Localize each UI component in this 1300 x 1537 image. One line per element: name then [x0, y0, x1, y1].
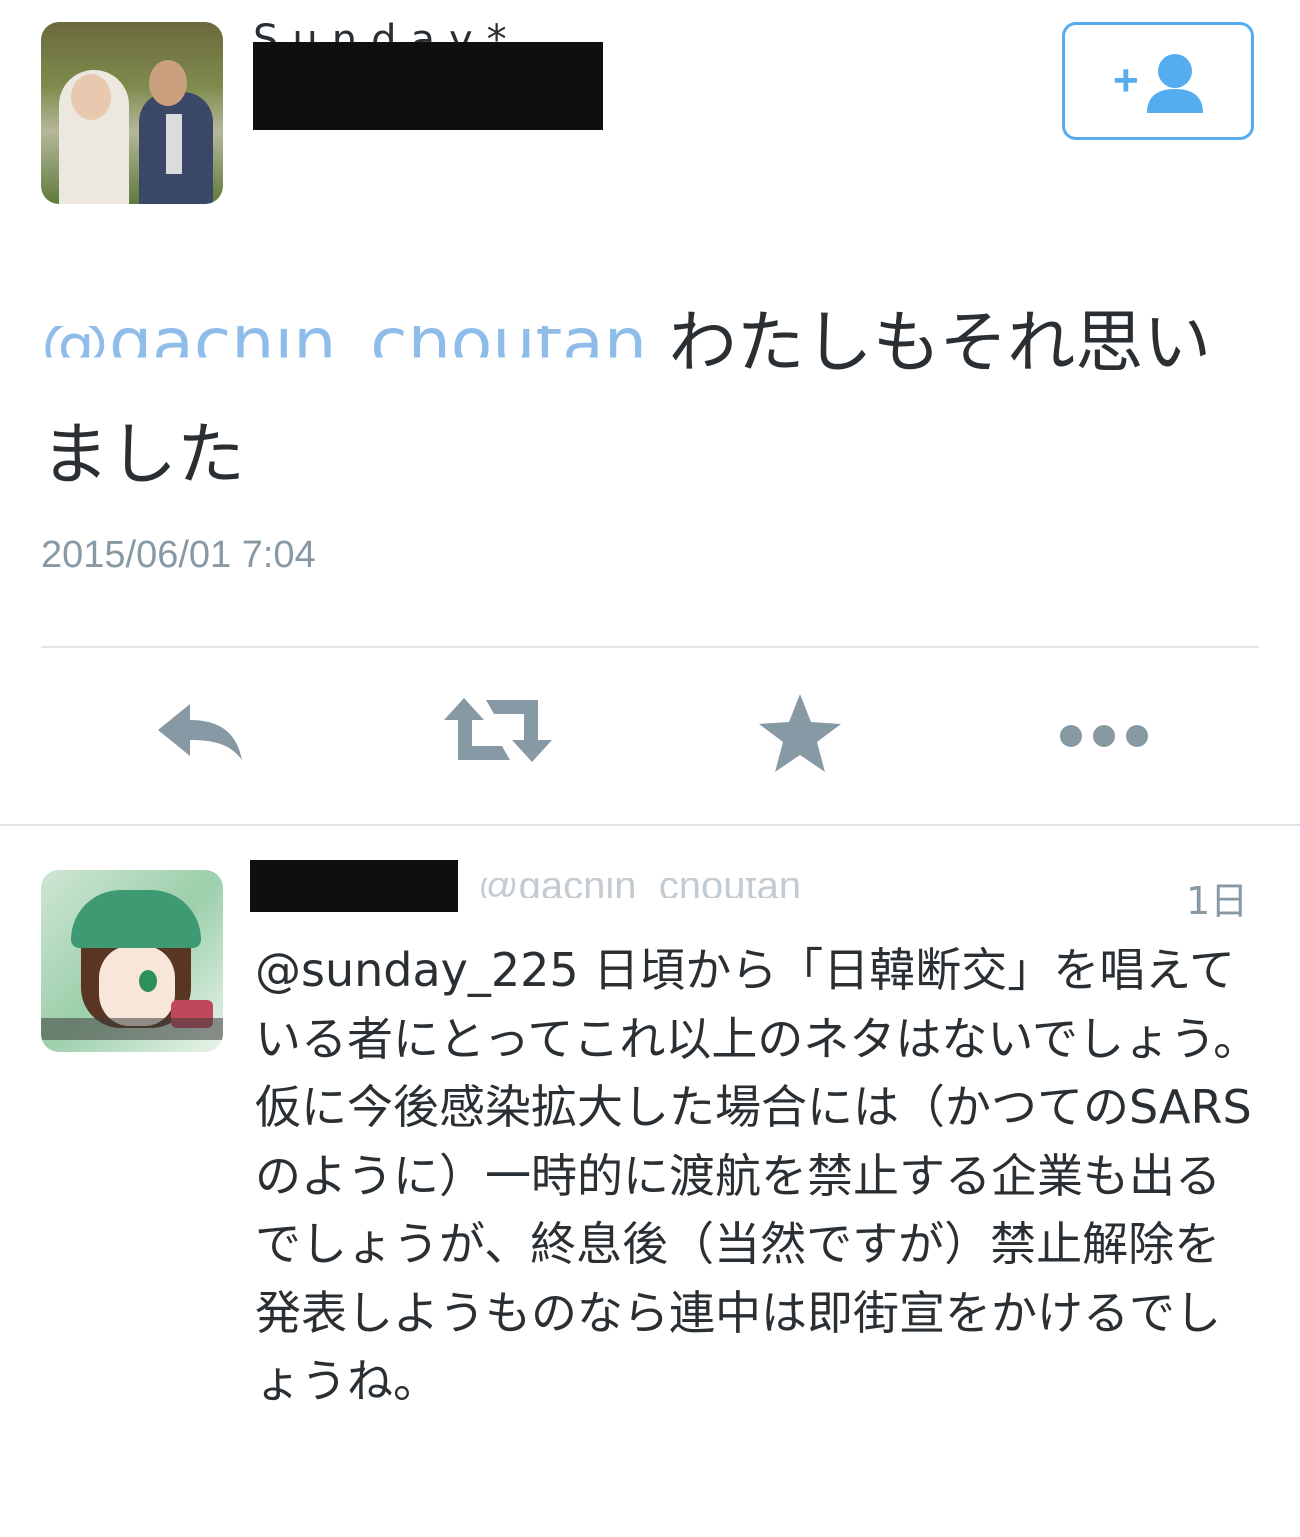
follow-button[interactable]: + [1062, 22, 1254, 140]
main-tweet-text: @gachin_choutan わたしもそれ思いました [41, 288, 1221, 512]
more-button[interactable] [1044, 690, 1164, 790]
redaction-bar [250, 860, 458, 912]
reply-tweet-time: 1日 [1186, 879, 1249, 923]
favorite-button[interactable] [740, 690, 860, 790]
star-icon [759, 694, 841, 772]
main-tweet-avatar[interactable] [41, 22, 223, 204]
reply-button[interactable] [140, 690, 260, 790]
reply-tweet-body: 日頃から「日韓断交」を唱えている者にとってこれ以上のネタはないでしょう。仮に今後… [255, 943, 1260, 1408]
divider [41, 646, 1259, 648]
retweet-button[interactable] [438, 690, 558, 790]
divider [0, 824, 1300, 826]
more-dots-icon [1060, 725, 1148, 747]
add-user-icon: + [1113, 54, 1203, 113]
main-tweet-timestamp: 2015/06/01 7:04 [41, 534, 316, 576]
redaction-bar [253, 42, 603, 130]
main-tweet-mention[interactable]: @gachin_choutan [41, 288, 647, 400]
reply-tweet-handle[interactable]: @gachin_choutan [478, 878, 848, 898]
reply-icon [158, 704, 242, 760]
retweet-icon [444, 698, 552, 762]
reply-tweet-text: @sunday_225 日頃から「日韓断交」を唱えている者にとってこれ以上のネタ… [255, 936, 1265, 1416]
reply-tweet-mention[interactable]: @sunday_225 [255, 943, 579, 997]
follow-button-plus: + [1113, 56, 1139, 105]
reply-tweet-avatar[interactable] [41, 870, 223, 1052]
